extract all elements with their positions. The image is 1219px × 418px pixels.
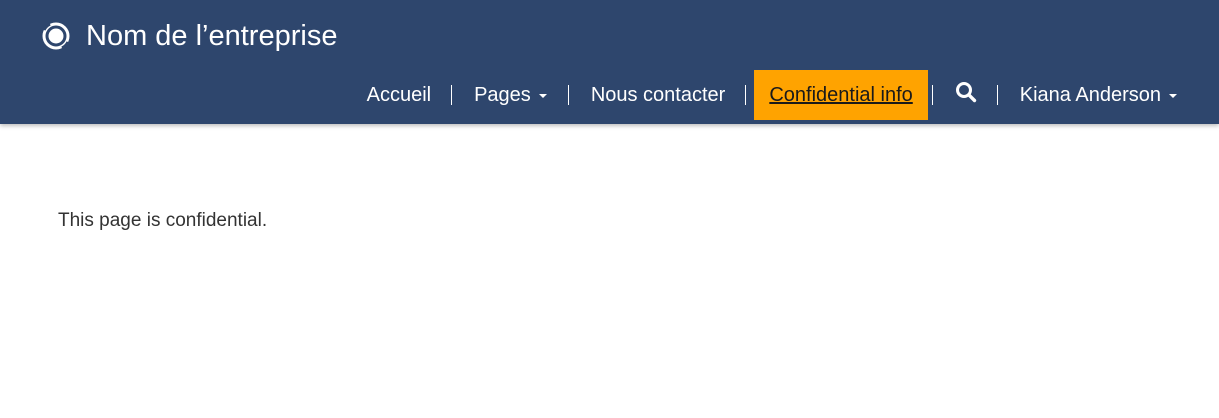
nav-item-accueil[interactable]: Accueil [367,70,451,120]
site-header: Nom de l’entreprise Accueil Pages Nous c… [0,0,1219,124]
nav-item-label: Confidential info [769,83,913,106]
user-menu[interactable]: Kiana Anderson [998,70,1219,120]
nav-item-label: Nous contacter [590,83,726,106]
nav-item-pages[interactable]: Pages [452,70,568,120]
user-name: Kiana Anderson [1019,83,1161,106]
nav-item-nous-contacter[interactable]: Nous contacter [569,70,746,120]
search-button[interactable] [933,70,997,120]
nav-divider [745,85,747,105]
nav-item-label: Pages [474,83,531,106]
content-text: This page is confidential. [58,210,268,231]
company-logo-icon [42,22,70,50]
nav-item-label: Accueil [366,83,432,106]
search-icon [955,81,977,109]
caret-down-icon [538,94,547,98]
main-navigation: Accueil Pages Nous contacter Confidentia… [367,70,1219,120]
nav-item-confidential-info[interactable]: Confidential info [754,70,928,120]
page-content: This page is confidential. [58,210,267,232]
company-name: Nom de l’entreprise [86,19,338,52]
caret-down-icon [1169,94,1177,98]
brand-link[interactable]: Nom de l’entreprise [42,18,337,54]
